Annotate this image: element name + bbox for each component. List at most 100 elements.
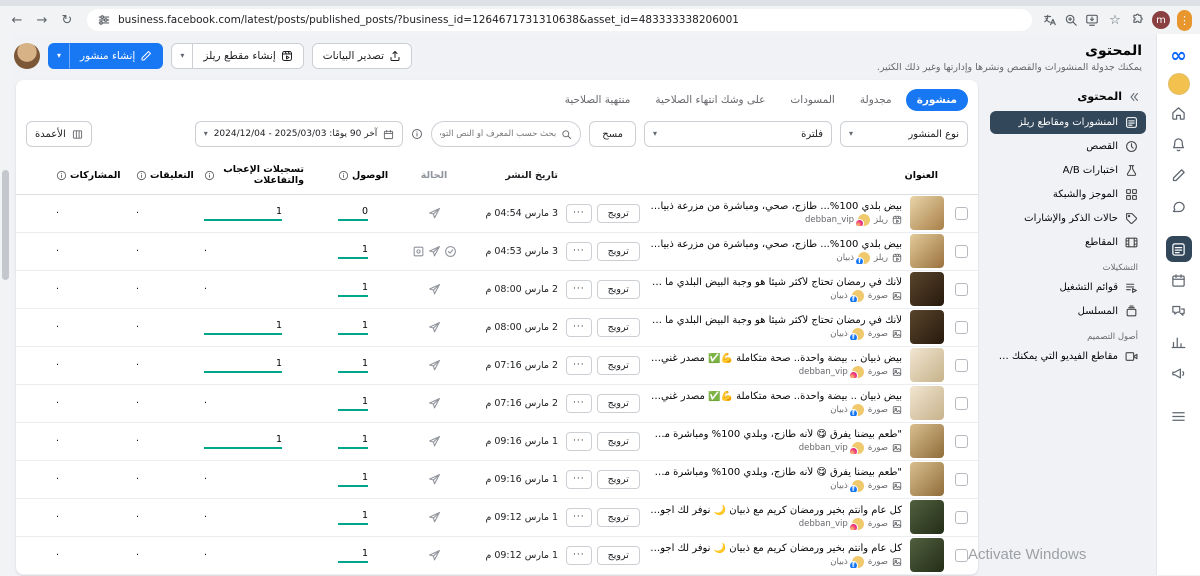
tab[interactable]: المسودات [779, 89, 845, 111]
post-title[interactable]: بيض ذبيان .. بيضة واحدة.. صحة متكاملة 💪✅… [648, 353, 902, 364]
likes-value[interactable]: 1 [204, 320, 282, 335]
reach-value[interactable]: 0 [338, 206, 368, 221]
row-checkbox[interactable] [955, 359, 968, 372]
address-bar[interactable]: business.facebook.com/latest/posts/publi… [87, 9, 1032, 31]
more-options-button[interactable]: ··· [566, 242, 592, 261]
sidebar-item[interactable]: المنشورات ومقاطع ريلز [990, 111, 1146, 134]
scrollbar-thumb[interactable] [2, 170, 9, 280]
post-title[interactable]: كل عام وأنتم بخير ورمضان كريم مع ذبيان 🌙… [648, 505, 902, 516]
user-avatar[interactable] [14, 43, 40, 69]
boost-button[interactable]: ترويج [597, 508, 640, 527]
col-shares[interactable]: المشاركات [70, 170, 121, 181]
post-thumbnail[interactable] [910, 462, 944, 496]
col-date[interactable]: تاريخ النشر [505, 170, 558, 181]
search-input[interactable] [440, 129, 556, 139]
browser-profile-avatar[interactable]: m [1152, 11, 1170, 29]
browser-forward-icon[interactable]: → [33, 14, 51, 27]
more-options-button[interactable]: ··· [566, 508, 592, 527]
row-checkbox[interactable] [955, 397, 968, 410]
export-data-button[interactable]: تصدير البيانات [312, 43, 412, 69]
tab[interactable]: منتهية الصلاحية [554, 89, 642, 111]
post-title[interactable]: بيض بلدي 100%... طازج، صحي، ومباشرة من م… [648, 201, 902, 212]
col-title[interactable]: العنوان [905, 170, 938, 181]
row-checkbox[interactable] [955, 549, 968, 562]
create-reel-button[interactable]: إنشاء مقطع ريلز [192, 43, 303, 69]
create-post-button[interactable]: إنشاء منشور [69, 43, 163, 69]
boost-button[interactable]: ترويج [597, 394, 640, 413]
site-info-icon[interactable] [97, 13, 111, 27]
info-icon[interactable] [56, 170, 67, 181]
sidebar-item[interactable]: مقاطع الفيديو التي يمكنك نشرها ف... [990, 345, 1146, 368]
row-checkbox[interactable] [955, 511, 968, 524]
boost-button[interactable]: ترويج [597, 546, 640, 565]
search-box[interactable] [431, 121, 581, 147]
reach-value[interactable]: 1 [338, 244, 368, 259]
tab[interactable]: منشورة [906, 89, 968, 111]
create-post-icon[interactable] [1166, 162, 1192, 188]
likes-value[interactable]: · [204, 550, 207, 561]
post-title[interactable]: لأنك في رمضان تحتاج لأكثر شيئا هو وجبة ا… [648, 315, 902, 326]
notifications-icon[interactable] [1166, 131, 1192, 157]
boost-button[interactable]: ترويج [597, 318, 640, 337]
reach-value[interactable]: 1 [338, 358, 368, 373]
post-title[interactable]: بيض ذبيان .. بيضة واحدة.. صحة متكاملة 💪✅… [648, 391, 902, 402]
info-icon[interactable] [204, 170, 215, 181]
reach-value[interactable]: 1 [338, 510, 368, 525]
boost-button[interactable]: ترويج [597, 280, 640, 299]
boost-button[interactable]: ترويج [597, 242, 640, 261]
more-options-button[interactable]: ··· [566, 546, 592, 565]
date-range-button[interactable]: آخر 90 يومًا: 2025/03/03 - 2024/12/04 ▾ [195, 121, 404, 147]
window-scrollbar[interactable] [0, 34, 11, 576]
browser-reload-icon[interactable]: ↻ [58, 14, 76, 27]
tab[interactable]: على وشك انتهاء الصلاحية [644, 89, 776, 111]
post-title[interactable]: "طعم بيضنا يفرق 😋 لأنه طازج، وبلدي 100% … [648, 429, 902, 440]
reach-value[interactable]: 1 [338, 320, 368, 335]
more-options-button[interactable]: ··· [566, 432, 592, 451]
sidebar-item[interactable]: حالات الذكر والإشارات [990, 207, 1146, 230]
col-reach[interactable]: الوصول [352, 170, 388, 181]
post-thumbnail[interactable] [910, 500, 944, 534]
post-title[interactable]: كل عام وأنتم بخير ورمضان كريم مع ذبيان 🌙… [648, 543, 902, 554]
post-title[interactable]: بيض بلدي 100%... طازج، صحي، ومباشرة من م… [648, 239, 902, 250]
content-icon[interactable] [1166, 236, 1192, 262]
col-status[interactable]: الحالة [421, 170, 448, 181]
boost-button[interactable]: ترويج [597, 432, 640, 451]
post-type-select[interactable]: نوع المنشور ▾ [840, 121, 968, 147]
business-avatar[interactable] [1168, 73, 1190, 95]
reach-value[interactable]: 1 [338, 282, 368, 297]
info-icon[interactable] [338, 170, 349, 181]
post-thumbnail[interactable] [910, 538, 944, 572]
post-thumbnail[interactable] [910, 386, 944, 420]
post-title[interactable]: لأنك في رمضان تحتاج لأكثر شيئا هو وجبة ا… [648, 277, 902, 288]
row-checkbox[interactable] [955, 207, 968, 220]
post-thumbnail[interactable] [910, 424, 944, 458]
comments-icon[interactable] [1166, 298, 1192, 324]
insights-icon[interactable] [1166, 329, 1192, 355]
col-comments[interactable]: التعليقات [150, 170, 194, 181]
likes-value[interactable]: 1 [204, 206, 282, 221]
col-likes[interactable]: تسجيلات الإعجاب والتفاعلات [218, 164, 304, 187]
post-thumbnail[interactable] [910, 234, 944, 268]
tab[interactable]: مجدولة [849, 89, 903, 111]
zoom-icon[interactable] [1064, 13, 1078, 27]
boost-button[interactable]: ترويج [597, 356, 640, 375]
post-thumbnail[interactable] [910, 348, 944, 382]
extensions-icon[interactable] [1131, 13, 1145, 27]
likes-value[interactable]: · [204, 398, 207, 409]
sidebar-item[interactable]: الموجز والشبكة [990, 183, 1146, 206]
row-checkbox[interactable] [955, 321, 968, 334]
search-info-icon[interactable] [411, 128, 423, 140]
boost-button[interactable]: ترويج [597, 204, 640, 223]
post-title[interactable]: "طعم بيضنا يفرق 😋 لأنه طازج، وبلدي 100% … [648, 467, 902, 478]
sidebar-item[interactable]: القصص [990, 135, 1146, 158]
likes-value[interactable]: · [204, 246, 207, 257]
more-options-button[interactable]: ··· [566, 470, 592, 489]
post-thumbnail[interactable] [910, 196, 944, 230]
sidebar-item[interactable]: اختبارات A/B [990, 159, 1146, 182]
create-reel-dropdown[interactable]: ▾ [171, 43, 193, 69]
row-checkbox[interactable] [955, 473, 968, 486]
inbox-icon[interactable] [1166, 193, 1192, 219]
sidebar-item[interactable]: المقاطع [990, 231, 1146, 254]
likes-value[interactable]: · [204, 284, 207, 295]
row-checkbox[interactable] [955, 435, 968, 448]
